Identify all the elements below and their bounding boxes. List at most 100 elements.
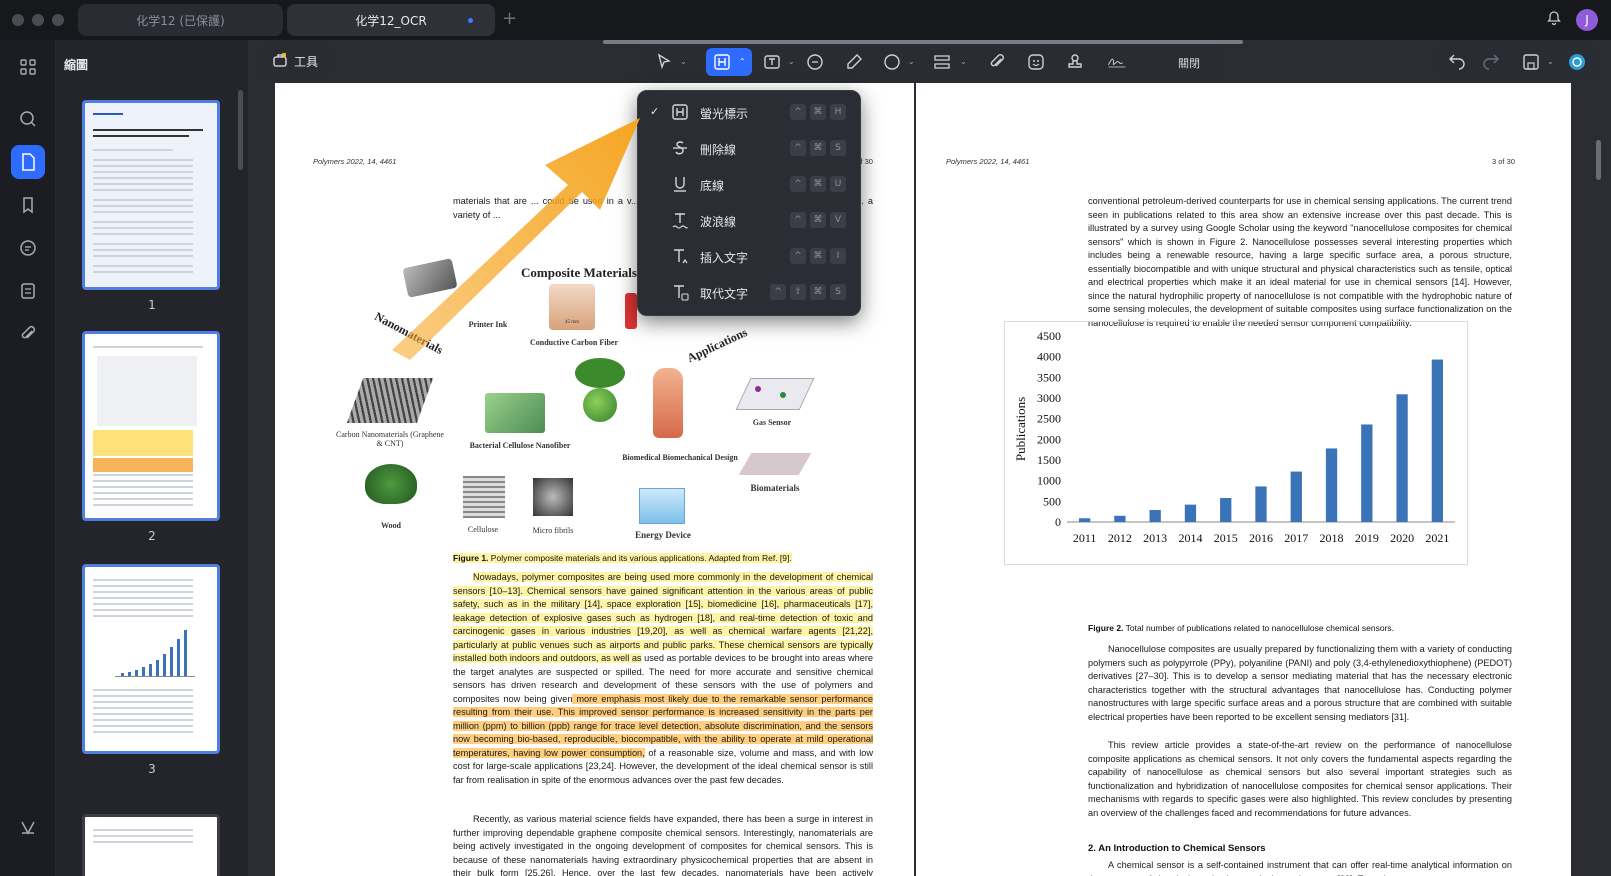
chevron-down-icon[interactable]: ⌄: [960, 57, 967, 66]
running-head: Polymers 2022, 14, 4461: [946, 157, 1030, 166]
body-paragraph-2: Recently, as various material science fi…: [453, 814, 873, 876]
new-tab-button[interactable]: +: [502, 8, 517, 29]
chevron-down-icon[interactable]: ⌄: [908, 57, 915, 66]
section-heading: 2. An Introduction to Chemical Sensors: [1088, 843, 1266, 854]
minimize-window-button[interactable]: [32, 14, 44, 26]
shape-circle-icon[interactable]: [880, 50, 904, 74]
chevron-down-icon[interactable]: ⌄: [788, 57, 795, 66]
figure-label-bacterial: Bacterial Cellulose Nanofiber: [469, 441, 571, 450]
grid-view-icon[interactable]: [11, 50, 45, 84]
figure-label-biomaterials: Biomaterials: [750, 483, 800, 493]
title-bar: 化学12 (已保護) 化学12_OCR + J: [0, 0, 1611, 40]
chart-bar: [1325, 448, 1338, 522]
highlight-icon: [670, 102, 690, 122]
stamp-icon[interactable]: [1063, 50, 1087, 74]
save-icon[interactable]: [1519, 50, 1543, 74]
select-tool-icon[interactable]: [652, 50, 676, 74]
figure-label-wood: Wood: [380, 521, 401, 530]
chart-bar: [1290, 471, 1302, 522]
x-tick-label: 2020: [1390, 531, 1414, 545]
layers-icon[interactable]: [11, 810, 45, 844]
chevron-down-icon[interactable]: ⌄: [680, 57, 687, 66]
x-tick-label: 2016: [1249, 531, 1273, 545]
page-thumbnail-2[interactable]: [82, 331, 220, 521]
annotation-toolbar: ⌄ ⌃ ⌄ ⌄ ⌄ 關閉: [640, 44, 1222, 80]
yellow-highlight[interactable]: Nowadays, polymer composites are being u…: [453, 572, 873, 663]
menu-item-underline[interactable]: 底線 ^ ⌘ U: [638, 167, 862, 201]
pdf-page-3[interactable]: Polymers 2022, 14, 4461 3 of 30 conventi…: [916, 83, 1571, 876]
underline-icon: [670, 174, 690, 194]
ai-assistant-icon[interactable]: [1565, 50, 1589, 74]
undo-icon[interactable]: [1445, 50, 1469, 74]
page-thumbnail-1[interactable]: [82, 100, 220, 290]
tools-button[interactable]: 工具: [257, 44, 333, 78]
bell-icon[interactable]: [1546, 10, 1562, 30]
unsaved-dot-icon: [468, 18, 473, 23]
thumbnails-icon[interactable]: [11, 145, 45, 179]
y-tick-label: 3000: [1037, 391, 1061, 405]
publications-bar-chart: 0 500 1000 1500 2000 2500 3000 3500 4000 4500 Publ…: [1013, 329, 1455, 545]
attach-icon[interactable]: [985, 50, 1009, 74]
text-box-icon[interactable]: [760, 50, 784, 74]
y-tick-label: 4000: [1037, 350, 1061, 364]
close-toolbar-button[interactable]: 關閉: [1178, 55, 1200, 71]
menu-item-strikethrough[interactable]: 刪除線 ^ ⌘ S: [638, 131, 862, 165]
stamp-strip-icon[interactable]: [930, 50, 954, 74]
gas-sensor-image: [735, 378, 815, 410]
figure-title: Composite Materials: [521, 265, 637, 280]
close-window-button[interactable]: [12, 14, 24, 26]
vertical-scrollbar[interactable]: [1596, 140, 1601, 180]
comment-tool-icon[interactable]: [803, 50, 827, 74]
body-paragraph-1: Nowadays, polymer composites are being u…: [453, 572, 873, 785]
x-tick-label: 2017: [1284, 531, 1308, 545]
chart-bar: [1220, 498, 1232, 522]
energy-device-image: [639, 488, 685, 524]
tab-protected-doc[interactable]: 化学12 (已保護): [78, 4, 283, 36]
x-tick-label: 2021: [1425, 531, 1449, 545]
zoom-window-button[interactable]: [52, 14, 64, 26]
chart-bar: [1149, 510, 1161, 522]
micro-fibrils-image: [533, 478, 573, 516]
chart-bar: [1078, 518, 1091, 522]
figure-label-biomedical: Biomedical Biomechanical Design: [622, 453, 738, 462]
sticker-icon[interactable]: [1024, 50, 1048, 74]
document-viewport[interactable]: Polymers 2022, 14, 4461 2 of 30 material…: [248, 40, 1611, 876]
cellulose-image: [463, 476, 505, 518]
chevron-up-icon[interactable]: ⌃: [739, 57, 746, 66]
chart-bar: [1361, 424, 1373, 522]
highlight-type-menu: ✓ 螢光標示 ^ ⌘ H 刪除線 ^ ⌘ S 底線 ^ ⌘ U 波浪線 ^ ⌘ …: [637, 90, 861, 316]
figure-label-conductive-fiber: Conductive Carbon Fiber: [530, 338, 618, 347]
chart-bar: [1431, 359, 1444, 522]
menu-item-replace-text[interactable]: 取代文字 ^ ⇧ ⌘ S: [638, 275, 862, 309]
running-head: Polymers 2022, 14, 4461: [313, 157, 397, 166]
attachment-icon[interactable]: [11, 317, 45, 351]
tree-canopy-image: [575, 358, 625, 388]
tools-label: 工具: [293, 54, 318, 69]
pencil-icon[interactable]: [842, 50, 866, 74]
highlight-icon[interactable]: [710, 50, 734, 74]
signature-icon[interactable]: [1102, 50, 1132, 74]
menu-item-insert-text[interactable]: 插入文字 ^ ⌘ I: [638, 239, 862, 273]
thumbnails-panel: 縮圖 1 2 3: [56, 40, 248, 876]
search-icon[interactable]: [11, 102, 45, 136]
figure-label-energy: Energy Device: [635, 530, 691, 540]
avatar[interactable]: J: [1576, 9, 1598, 31]
page-number-3: 3: [148, 762, 156, 776]
page-label: 3 of 30: [1492, 157, 1515, 166]
form-icon[interactable]: [11, 274, 45, 308]
chart-bar: [1396, 394, 1408, 522]
menu-item-squiggly[interactable]: 波浪線 ^ ⌘ V: [638, 203, 862, 237]
menu-item-highlight[interactable]: ✓ 螢光標示 ^ ⌘ H: [638, 95, 862, 129]
y-axis-label: Publications: [1013, 397, 1028, 461]
x-tick-label: 2013: [1143, 531, 1167, 545]
checkmark-icon: ✓: [650, 105, 660, 118]
tab-ocr-doc[interactable]: 化学12_OCR: [287, 4, 495, 36]
bookmark-icon[interactable]: [11, 188, 45, 222]
thumbnails-scrollbar[interactable]: [238, 90, 243, 170]
y-tick-label: 1000: [1037, 474, 1061, 488]
chevron-down-icon[interactable]: ⌄: [1547, 57, 1554, 66]
page-thumbnail-4[interactable]: [82, 814, 220, 876]
redo-icon[interactable]: [1479, 50, 1503, 74]
comment-icon[interactable]: [11, 231, 45, 265]
page-thumbnail-3[interactable]: [82, 564, 220, 754]
